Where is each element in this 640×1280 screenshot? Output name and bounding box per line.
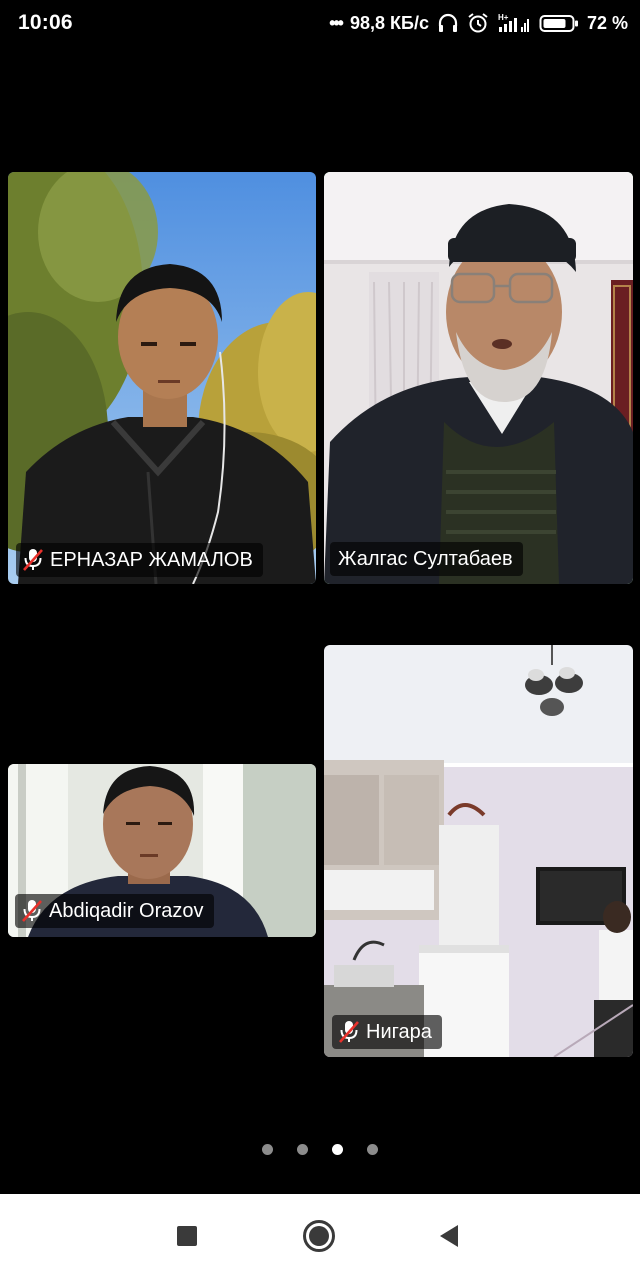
- participant-name-tag: Abdiqadir Orazov: [15, 894, 214, 928]
- svg-text:H+: H+: [498, 13, 509, 22]
- page-dot-active[interactable]: [332, 1144, 343, 1155]
- battery-icon: [539, 12, 579, 34]
- video-tile-participant-1[interactable]: ЕРНАЗАР ЖАМАЛОВ: [8, 172, 316, 584]
- muted-mic-icon: [22, 547, 44, 573]
- headphones-icon: [437, 12, 459, 34]
- recents-button[interactable]: [169, 1220, 205, 1256]
- participant-video-frame: [324, 645, 633, 1057]
- home-circle-icon: [302, 1219, 336, 1258]
- participant-name-tag: Жалгас Султабаев: [330, 542, 523, 576]
- participant-video-frame: [324, 172, 633, 584]
- back-triangle-icon: [438, 1224, 460, 1253]
- video-tile-participant-4[interactable]: Нигара: [324, 645, 633, 1057]
- participant-name: Abdiqadir Orazov: [49, 899, 204, 922]
- video-tile-participant-3[interactable]: Abdiqadir Orazov: [8, 764, 316, 937]
- page-dot[interactable]: [297, 1144, 308, 1155]
- system-nav-bar: [0, 1194, 640, 1280]
- battery-percent: 72 %: [586, 12, 628, 33]
- page-dot[interactable]: [367, 1144, 378, 1155]
- back-button[interactable]: [431, 1220, 467, 1256]
- status-right-group: ••• 98,8 КБ/с H+ 72 %: [329, 9, 628, 37]
- alarm-icon: [467, 12, 489, 34]
- status-bar: 10:06 ••• 98,8 КБ/с H+ 72 %: [0, 0, 640, 46]
- home-button[interactable]: [301, 1219, 337, 1258]
- status-more-dots: •••: [329, 12, 344, 33]
- muted-mic-icon: [21, 898, 43, 924]
- page-dot[interactable]: [262, 1144, 273, 1155]
- network-speed: 98,8 КБ/с: [349, 12, 429, 33]
- participant-name-tag: Нигара: [332, 1015, 442, 1049]
- signal-icon: H+: [497, 12, 531, 34]
- participant-video-frame: [8, 172, 316, 584]
- participant-name: Жалгас Султабаев: [338, 547, 513, 570]
- recents-square-icon: [176, 1225, 198, 1252]
- video-tile-participant-2[interactable]: Жалгас Султабаев: [324, 172, 633, 584]
- participant-name: ЕРНАЗАР ЖАМАЛОВ: [50, 548, 253, 571]
- page-indicator[interactable]: [0, 1144, 640, 1155]
- participant-name-tag: ЕРНАЗАР ЖАМАЛОВ: [16, 543, 263, 577]
- status-time: 10:06: [18, 11, 73, 34]
- muted-mic-icon: [338, 1019, 360, 1045]
- participant-name: Нигара: [366, 1020, 432, 1043]
